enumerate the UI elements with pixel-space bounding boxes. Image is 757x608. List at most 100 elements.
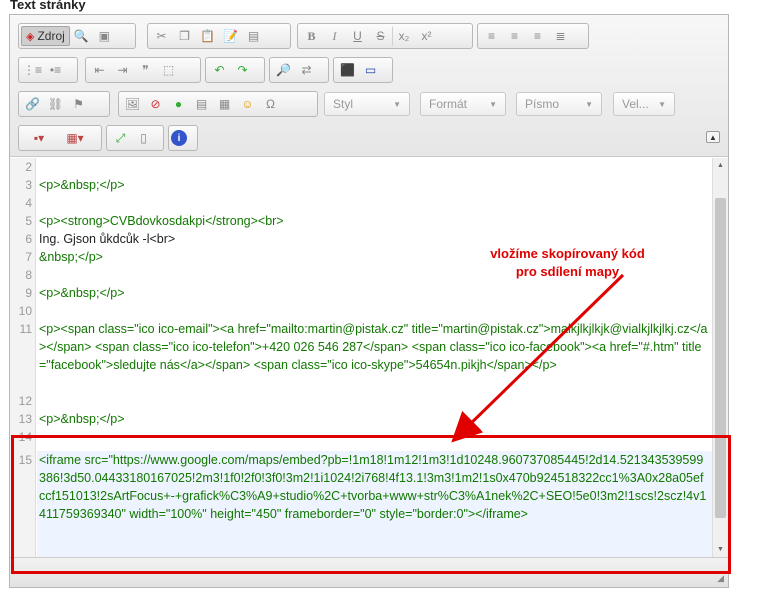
source-label: Zdroj bbox=[37, 29, 65, 43]
link-icon[interactable]: 🔗 bbox=[21, 94, 44, 114]
info-button[interactable]: i bbox=[171, 130, 187, 146]
outdent-icon[interactable]: ⇤ bbox=[88, 60, 111, 80]
spellcheck-icon[interactable]: ▭ bbox=[359, 60, 382, 80]
line-number: 3 bbox=[25, 178, 32, 192]
special-char-button[interactable]: Ω bbox=[259, 94, 282, 114]
unlink-icon[interactable]: ⛓ bbox=[44, 94, 67, 114]
blockquote-icon[interactable]: ❞ bbox=[134, 60, 157, 80]
table-icon[interactable]: ● bbox=[167, 94, 190, 114]
line-number: 11 bbox=[19, 322, 32, 336]
line-number: 2 bbox=[25, 160, 32, 174]
size-select-label: Vel... bbox=[622, 97, 649, 111]
highlight-box bbox=[11, 435, 731, 574]
style-select-label: Styl bbox=[333, 97, 354, 111]
format-select[interactable]: Formát ▼ bbox=[420, 92, 506, 116]
maximize-icon[interactable]: ⤢ bbox=[109, 128, 132, 148]
page: Text stránky ◈ Zdroj 🔍 ▣ ✂ ❐ 📋 📝 ▤ B I U… bbox=[0, 0, 757, 608]
chevron-down-icon: ▼ bbox=[585, 99, 593, 109]
anchor-icon[interactable]: ⚑ bbox=[67, 94, 90, 114]
resize-grip-icon[interactable]: ◢ bbox=[717, 573, 724, 584]
chevron-down-icon: ▼ bbox=[658, 99, 666, 109]
toolbar-group-insert: 🖼 ⊘ ● ▤ ▦ ☺ Ω bbox=[118, 91, 318, 117]
image-icon[interactable]: 🖼 bbox=[121, 94, 144, 114]
source-icon: ◈ bbox=[26, 30, 35, 43]
indent-icon[interactable]: ⇥ bbox=[111, 60, 134, 80]
align-left-icon[interactable]: ≡ bbox=[480, 26, 503, 46]
bulleted-list-icon[interactable]: •≡ bbox=[44, 60, 67, 80]
toolbar-group-select: ⬛ ▭ bbox=[333, 57, 393, 83]
toolbar-group-lists: ⋮≡ •≡ bbox=[18, 57, 78, 83]
code-line: <p>&nbsp;</p> bbox=[39, 286, 125, 300]
align-justify-icon[interactable]: ≣ bbox=[549, 26, 572, 46]
underline-button[interactable]: U bbox=[346, 26, 369, 46]
chevron-down-icon: ▼ bbox=[489, 99, 497, 109]
superscript-button[interactable]: x² bbox=[415, 26, 438, 46]
find-icon[interactable]: 🔎 bbox=[272, 60, 295, 80]
toolbar-group-align: ≡ ≡ ≡ ≣ bbox=[477, 23, 589, 49]
style-select[interactable]: Styl ▼ bbox=[324, 92, 410, 116]
italic-button[interactable]: I bbox=[323, 26, 346, 46]
section-heading: Text stránky bbox=[10, 0, 86, 12]
div-container-icon[interactable]: ⬚ bbox=[157, 60, 180, 80]
toolbar-group-find: 🔎 ⇄ bbox=[269, 57, 329, 83]
numbered-list-icon[interactable]: ⋮≡ bbox=[21, 60, 44, 80]
toolbar-group-links: 🔗 ⛓ ⚑ bbox=[18, 91, 110, 117]
replace-icon[interactable]: ⇄ bbox=[295, 60, 318, 80]
toolbar-group-view: ⤢ ▯ bbox=[106, 125, 164, 151]
subscript-button[interactable]: x₂ bbox=[392, 26, 415, 46]
flash-icon[interactable]: ⊘ bbox=[144, 94, 167, 114]
select-all-icon[interactable]: ⬛ bbox=[336, 60, 359, 80]
smiley-icon[interactable]: ☺ bbox=[236, 94, 259, 114]
annotation-text: vložíme skopírovaný kód pro sdílení mapy bbox=[455, 245, 680, 281]
toolbar-group-colors: ▪▾ ▦▾ bbox=[18, 125, 102, 151]
line-number: 6 bbox=[25, 232, 32, 246]
code-line: <p>&nbsp;</p> bbox=[39, 412, 125, 426]
format-select-label: Formát bbox=[429, 97, 468, 111]
annotation-line-1: vložíme skopírovaný kód bbox=[490, 246, 645, 261]
scroll-up-icon[interactable]: ▲ bbox=[713, 158, 728, 174]
line-number: 13 bbox=[18, 412, 32, 426]
undo-icon[interactable]: ↶ bbox=[208, 60, 231, 80]
toolbar-group-document: ◈ Zdroj 🔍 ▣ bbox=[18, 23, 136, 49]
line-number: 5 bbox=[25, 214, 32, 228]
collapse-toolbar-button[interactable]: ▲ bbox=[706, 131, 720, 143]
align-right-icon[interactable]: ≡ bbox=[526, 26, 549, 46]
horizontal-line-icon[interactable]: ▤ bbox=[190, 94, 213, 114]
toolbar-group-clipboard: ✂ ❐ 📋 📝 ▤ bbox=[147, 23, 291, 49]
line-number: 8 bbox=[25, 268, 32, 282]
line-number: 9 bbox=[25, 286, 32, 300]
table-insert-icon[interactable]: ▦▾ bbox=[57, 128, 93, 148]
page-break-icon[interactable]: ▦ bbox=[213, 94, 236, 114]
toolbar-group-about: i bbox=[168, 125, 198, 151]
show-blocks-icon[interactable]: ▯ bbox=[132, 128, 155, 148]
paste-icon[interactable]: 📋 bbox=[196, 26, 219, 46]
cut-icon[interactable]: ✂ bbox=[150, 26, 173, 46]
redo-icon[interactable]: ↷ bbox=[231, 60, 254, 80]
copy-icon[interactable]: ❐ bbox=[173, 26, 196, 46]
annotation-line-2: pro sdílení mapy bbox=[515, 264, 620, 279]
preview-icon[interactable]: 🔍 bbox=[70, 26, 93, 46]
size-select[interactable]: Vel... ▼ bbox=[613, 92, 675, 116]
text-color-icon[interactable]: ▪▾ bbox=[21, 128, 57, 148]
paste-text-icon[interactable]: 📝 bbox=[219, 26, 242, 46]
bold-button[interactable]: B bbox=[300, 26, 323, 46]
code-line: <p>&nbsp;</p> bbox=[39, 178, 125, 192]
source-button[interactable]: ◈ Zdroj bbox=[21, 26, 70, 46]
toolbar-group-undo: ↶ ↷ bbox=[205, 57, 265, 83]
font-select[interactable]: Písmo ▼ bbox=[516, 92, 602, 116]
line-number: 7 bbox=[25, 250, 32, 264]
font-select-label: Písmo bbox=[525, 97, 560, 111]
line-number: 4 bbox=[25, 196, 32, 210]
align-center-icon[interactable]: ≡ bbox=[503, 26, 526, 46]
editor-toolbar: ◈ Zdroj 🔍 ▣ ✂ ❐ 📋 📝 ▤ B I U S x₂ x² ≡ ≡ … bbox=[10, 15, 728, 157]
line-number: 10 bbox=[18, 304, 32, 318]
chevron-down-icon: ▼ bbox=[393, 99, 401, 109]
paste-word-icon[interactable]: ▤ bbox=[242, 26, 265, 46]
code-line: <p><strong>CVBdovkosdakpi</strong><br> bbox=[39, 214, 284, 228]
code-line: <p><span class="ico ico-email"><a href="… bbox=[39, 322, 708, 372]
toolbar-group-blocks: ⇤ ⇥ ❞ ⬚ bbox=[85, 57, 201, 83]
line-number: 12 bbox=[18, 394, 32, 408]
toolbar-group-basic-styles: B I U S x₂ x² bbox=[297, 23, 473, 49]
strike-button[interactable]: S bbox=[369, 26, 392, 46]
templates-icon[interactable]: ▣ bbox=[93, 26, 116, 46]
